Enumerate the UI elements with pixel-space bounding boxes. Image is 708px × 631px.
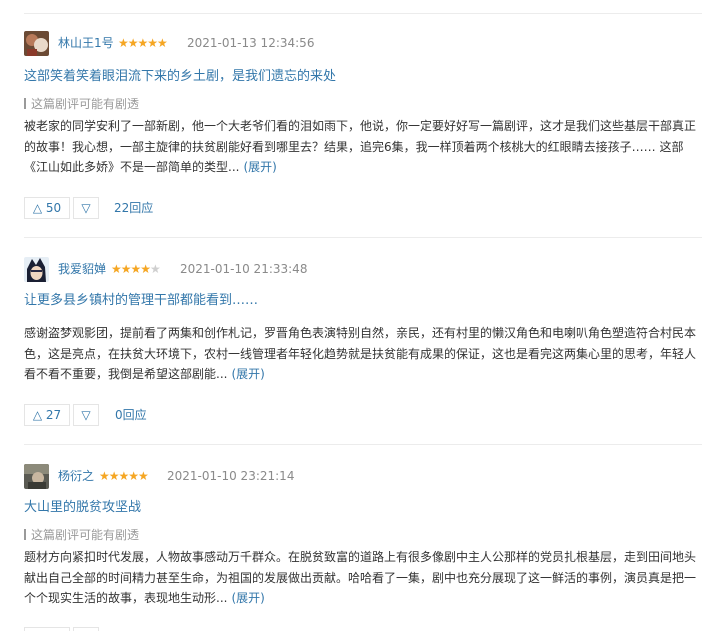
review-1-meta: 林山王1号 ★★★★★ 2021-01-13 12:34:56	[24, 31, 704, 57]
review-3-upvote-button[interactable]	[24, 627, 70, 631]
spoiler-bar-icon	[24, 98, 26, 109]
review-3-body: 题材方向紧扣时代发展，人物故事感动万千群众。在脱贫致富的道路上有很多像剧中主人公…	[24, 550, 697, 605]
spoiler-bar-icon	[24, 529, 26, 540]
review-2-author[interactable]: 我爱貂婵	[58, 261, 106, 277]
review-3-time: 2021-01-10 23:21:14	[167, 469, 295, 483]
review-3-avatar[interactable]	[24, 464, 49, 489]
review-3-title[interactable]: 大山里的脱贫攻坚战	[24, 499, 141, 517]
review-divider-2	[24, 444, 702, 445]
review-divider-1	[24, 237, 702, 238]
review-1-rating-stars: ★★★★★	[118, 36, 168, 50]
up-triangle-icon: △	[32, 201, 43, 215]
review-2-downvote-button[interactable]: ▽	[73, 404, 99, 426]
review-3-meta: 杨衍之 ★★★★★ 2021-01-10 23:21:14	[24, 464, 704, 490]
review-2-meta: 我爱貂婵 ★★★★★ 2021-01-10 21:33:48	[24, 257, 704, 283]
review-3-spoiler-notice: 这篇剧评可能有剧透	[24, 527, 139, 543]
review-2-title[interactable]: 让更多县乡镇村的管理干部都能看到……	[24, 292, 258, 310]
review-1-reply-link[interactable]: 22回应	[114, 199, 153, 217]
review-2-avatar[interactable]	[24, 257, 49, 282]
review-1-avatar[interactable]	[24, 31, 49, 56]
review-3-downvote-button[interactable]	[73, 627, 99, 631]
down-triangle-icon: ▽	[81, 408, 91, 422]
up-triangle-icon: △	[32, 408, 43, 422]
review-2-upvote-count: 27	[45, 408, 62, 422]
review-3-actions-partial	[24, 627, 104, 631]
review-1-spoiler-notice: 这篇剧评可能有剧透	[24, 96, 139, 112]
review-3-author[interactable]: 杨衍之	[58, 468, 94, 484]
review-2-rating-stars: ★★★★★	[111, 262, 161, 276]
review-1-title[interactable]: 这部笑着笑着眼泪流下来的乡土剧，是我们遗忘的来处	[24, 68, 336, 86]
review-2-upvote-button[interactable]: △ 27	[24, 404, 70, 426]
review-2-time: 2021-01-10 21:33:48	[180, 262, 308, 276]
review-1-body: 被老家的同学安利了一部新剧，他一个大老爷们看的泪如雨下，他说，你一定要好好写一篇…	[24, 119, 697, 174]
review-1-time: 2021-01-13 12:34:56	[187, 36, 315, 50]
top-divider	[24, 13, 702, 14]
review-2-reply-link[interactable]: 0回应	[115, 406, 147, 424]
review-1-author[interactable]: 林山王1号	[58, 35, 114, 51]
review-1-downvote-button[interactable]: ▽	[73, 197, 99, 219]
review-3-rating-stars: ★★★★★	[99, 469, 149, 483]
review-1-upvote-count: 50	[45, 201, 62, 215]
review-2-expand-link[interactable]: (展开)	[231, 367, 264, 381]
review-1-upvote-button[interactable]: △ 50	[24, 197, 70, 219]
review-1-expand-link[interactable]: (展开)	[243, 160, 276, 174]
review-2-body: 感谢盗梦观影团，提前看了两集和创作札记，罗晋角色表演特别自然，亲民，还有村里的懒…	[24, 326, 697, 381]
down-triangle-icon: ▽	[81, 201, 91, 215]
review-3-expand-link[interactable]: (展开)	[231, 591, 264, 605]
